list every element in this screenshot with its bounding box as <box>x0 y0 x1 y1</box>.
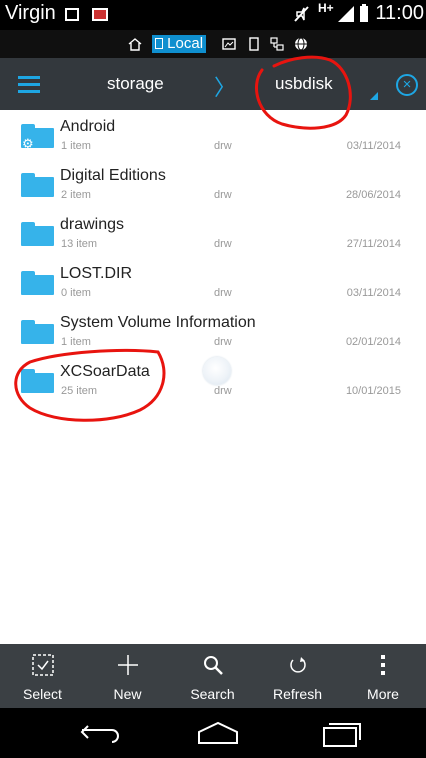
folder-icon <box>21 271 54 295</box>
image-icon[interactable] <box>222 38 236 50</box>
plus-icon <box>85 654 170 678</box>
back-icon[interactable] <box>78 722 122 744</box>
phone-icon <box>155 38 163 49</box>
file-name: Android <box>60 118 116 135</box>
bottom-toolbar: Select New Search Refresh More <box>0 644 426 708</box>
modified-date: 03/11/2014 <box>346 287 401 299</box>
location-bar: Local <box>0 30 426 58</box>
item-count: 1 item <box>61 140 91 152</box>
status-bar: Virgin H+ 11:00 <box>0 0 426 30</box>
recents-icon[interactable] <box>320 720 364 748</box>
permissions: drw <box>214 140 232 152</box>
list-item[interactable]: LOST.DIR 0 item drw 03/11/2014 <box>0 257 426 306</box>
home-icon[interactable] <box>128 38 142 51</box>
more-icon <box>340 654 426 678</box>
item-count: 1 item <box>61 336 91 348</box>
path-bar: storage 〉 usbdisk × <box>0 58 426 110</box>
item-count: 13 item <box>61 238 98 250</box>
home-nav-icon[interactable] <box>196 720 240 746</box>
folder-icon <box>21 222 54 246</box>
refresh-label: Refresh <box>272 686 323 702</box>
refresh-icon <box>255 654 340 678</box>
item-count: 2 item <box>61 189 91 201</box>
file-name: System Volume Information <box>60 314 256 331</box>
carrier-label: Virgin <box>5 2 56 24</box>
network-type-label: H+ <box>318 1 334 15</box>
select-button[interactable]: Select <box>0 644 85 708</box>
item-count: 0 item <box>61 287 91 299</box>
file-name: Digital Editions <box>60 167 166 184</box>
permissions: drw <box>214 287 232 299</box>
modified-date: 27/11/2014 <box>346 238 401 250</box>
list-item[interactable]: ⚙ Android 1 item drw 03/11/2014 <box>0 110 426 159</box>
permissions: drw <box>214 385 232 397</box>
modified-date: 10/01/2015 <box>345 385 401 397</box>
local-storage-tab[interactable]: Local <box>152 35 207 53</box>
dropdown-corner-icon[interactable] <box>370 92 378 100</box>
more-button[interactable]: More <box>340 644 426 708</box>
breadcrumb-usbdisk[interactable]: usbdisk <box>275 74 333 94</box>
new-label: New <box>113 686 142 702</box>
battery-icon <box>360 4 368 22</box>
list-item[interactable]: drawings 13 item drw 27/11/2014 <box>0 208 426 257</box>
search-icon <box>170 654 255 678</box>
file-name: drawings <box>60 216 125 233</box>
close-circle-icon[interactable]: × <box>396 74 418 96</box>
breadcrumb-storage[interactable]: storage <box>107 74 164 94</box>
folder-icon <box>21 320 54 344</box>
app-notification-icon <box>92 8 108 21</box>
signal-icon <box>338 6 354 22</box>
modified-date: 28/06/2014 <box>345 189 401 201</box>
tablet-icon[interactable] <box>248 37 260 51</box>
refresh-button[interactable]: Refresh <box>255 644 340 708</box>
modified-date: 02/01/2014 <box>345 336 401 348</box>
file-name: LOST.DIR <box>60 265 133 282</box>
local-tab-label: Local <box>167 35 204 52</box>
permissions: drw <box>214 336 232 348</box>
modified-date: 03/11/2014 <box>346 140 401 152</box>
permissions: drw <box>214 238 232 250</box>
globe-icon[interactable] <box>294 37 308 51</box>
gallery-notification-icon <box>65 8 79 21</box>
list-item[interactable]: Digital Editions 2 item drw 28/06/2014 <box>0 159 426 208</box>
mute-icon <box>294 6 309 22</box>
chevron-right-icon: 〉 <box>214 75 237 100</box>
search-label: Search <box>190 686 235 702</box>
new-button[interactable]: New <box>85 644 170 708</box>
select-icon <box>0 654 85 678</box>
system-nav-bar <box>0 708 426 758</box>
folder-settings-icon: ⚙ <box>21 124 54 151</box>
permissions: drw <box>214 189 232 201</box>
search-button[interactable]: Search <box>170 644 255 708</box>
select-label: Select <box>23 686 62 702</box>
folder-icon <box>21 369 54 393</box>
more-label: More <box>367 686 399 702</box>
loading-spinner <box>203 357 231 385</box>
clock-label: 11:00 <box>375 2 424 24</box>
item-count: 25 item <box>61 385 98 397</box>
list-item[interactable]: System Volume Information 1 item drw 02/… <box>0 306 426 355</box>
network-icon[interactable] <box>270 37 284 51</box>
file-name: XCSoarData <box>60 363 150 380</box>
menu-icon[interactable] <box>18 76 40 93</box>
folder-icon <box>21 173 54 197</box>
